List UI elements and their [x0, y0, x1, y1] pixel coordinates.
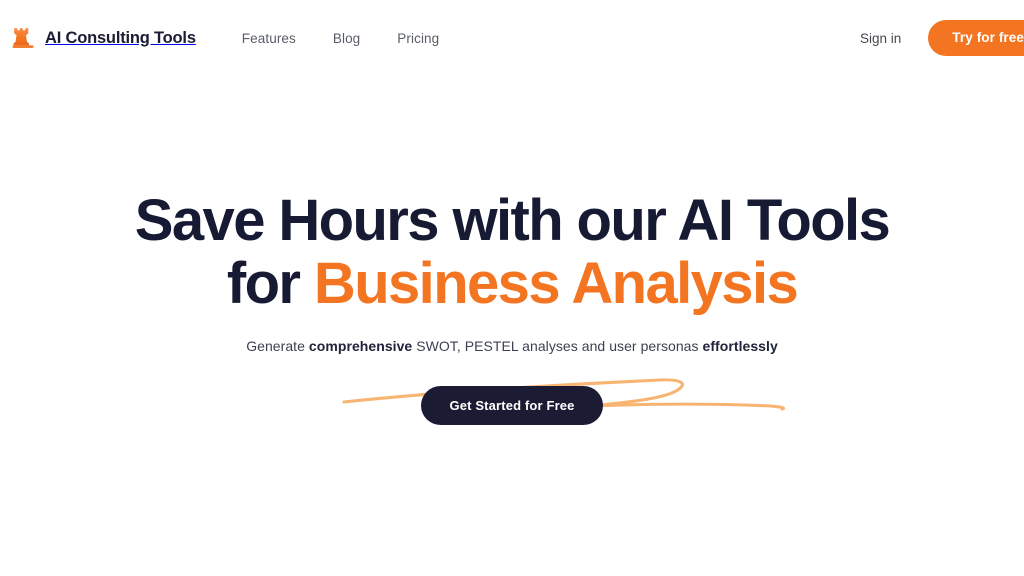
subtitle-bold-comprehensive: comprehensive [308, 338, 413, 355]
chess-rook-icon [10, 25, 36, 51]
hero-heading-accent: Business Analysis [313, 251, 799, 317]
hero-heading-line-2: for Business Analysis [135, 252, 889, 315]
site-header: AI Consulting Tools Features Blog Pricin… [0, 0, 1024, 76]
main-nav: Features Blog Pricing [242, 31, 439, 46]
brand-name: AI Consulting Tools [45, 28, 196, 47]
hero-subtitle: Generate comprehensive SWOT, PESTEL anal… [246, 336, 778, 357]
get-started-button[interactable]: Get Started for Free [421, 386, 603, 426]
hero-heading: Save Hours with our AI Tools for Busines… [134, 188, 891, 316]
subtitle-text-2: SWOT, PESTEL analyses and user personas [412, 338, 703, 355]
nav-item-features[interactable]: Features [242, 31, 296, 46]
sign-in-link[interactable]: Sign in [860, 31, 901, 46]
subtitle-text-1: Generate [246, 338, 309, 355]
try-for-free-button[interactable]: Try for free [928, 20, 1024, 56]
nav-item-pricing[interactable]: Pricing [397, 31, 439, 46]
hero-section: Save Hours with our AI Tools for Busines… [0, 76, 1024, 576]
landing-page: AI Consulting Tools Features Blog Pricin… [0, 0, 1024, 576]
hero-heading-line-1: Save Hours with our AI Tools [134, 188, 891, 253]
subtitle-bold-effortlessly: effortlessly [702, 338, 778, 355]
nav-item-blog[interactable]: Blog [333, 31, 360, 46]
header-actions: Sign in Try for free [860, 0, 1024, 76]
hero-heading-prefix: for [226, 251, 314, 317]
brand-logo-link[interactable]: AI Consulting Tools [10, 25, 196, 51]
